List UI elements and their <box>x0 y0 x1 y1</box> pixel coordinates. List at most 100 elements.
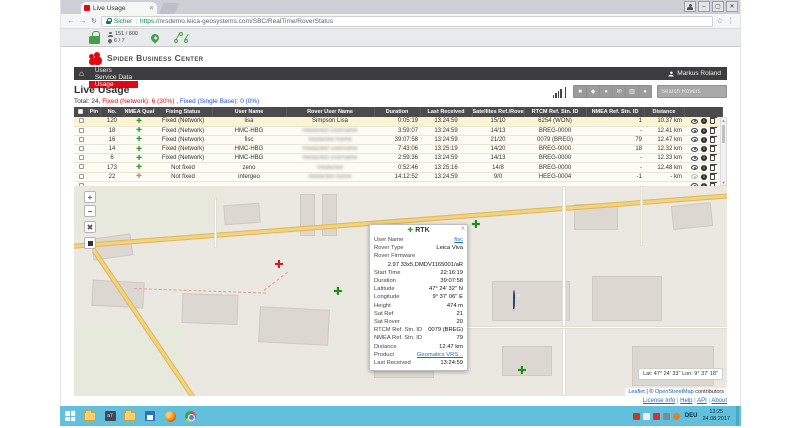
popup-value-link[interactable]: Geomatics VRS... <box>417 351 463 359</box>
tab-close-icon[interactable]: ✕ <box>149 5 154 12</box>
address-bar[interactable]: Sicher | https://nrsdemo.leica-geosystem… <box>101 16 713 27</box>
select-button[interactable]: ■ <box>574 86 586 97</box>
back-button[interactable]: ← <box>67 17 75 25</box>
delete-button[interactable]: ▥ <box>626 86 638 97</box>
info-icon[interactable]: i <box>701 128 707 134</box>
rover-fixed-marker[interactable]: ✚ <box>471 215 480 233</box>
nav-item-users[interactable]: Users <box>89 67 138 74</box>
table-row[interactable]: 14✚Fixed (Network)HMC-HBGRedacted Userna… <box>74 145 722 154</box>
info-icon[interactable]: i <box>701 165 707 171</box>
info-icon[interactable]: i <box>701 137 707 143</box>
table-row[interactable]: 16✚Fixed (Network)fiscRedacted Name39:07… <box>74 135 722 144</box>
column-header[interactable]: Pin <box>88 107 100 117</box>
map-pin-button[interactable]: ● <box>600 86 612 97</box>
diamond-button[interactable]: ◆ <box>587 86 599 97</box>
watch-eye-icon[interactable] <box>691 156 698 161</box>
row-checkbox[interactable] <box>79 128 84 133</box>
popup-close-icon[interactable]: ✕ <box>460 226 465 232</box>
table-row[interactable]: 173✚Not fixedzenoRedacted0:52:4613:25:16… <box>74 163 722 172</box>
delete-icon[interactable] <box>710 165 715 171</box>
close-button[interactable]: ✕ <box>726 1 738 12</box>
new-tab-button[interactable] <box>159 3 179 14</box>
zoom-out-button[interactable]: − <box>84 205 96 217</box>
column-header[interactable]: User Name <box>212 107 286 117</box>
show-desktop-button[interactable] <box>736 406 739 426</box>
rover-fixed-marker[interactable]: ✚ <box>517 361 526 379</box>
select-all-checkbox[interactable] <box>78 109 83 114</box>
column-header[interactable]: Rover User Name <box>286 107 374 117</box>
watch-eye-icon[interactable] <box>691 119 698 124</box>
rover-notfixed-marker[interactable]: ✚ <box>274 255 283 273</box>
maximize-button[interactable]: ▢ <box>712 1 724 12</box>
zoom-in-button[interactable]: + <box>84 191 96 203</box>
column-header[interactable]: Duration <box>374 107 420 117</box>
file-explorer-button[interactable] <box>82 408 98 424</box>
tray-icon[interactable] <box>663 413 670 420</box>
column-header[interactable]: Last Received <box>420 107 472 117</box>
row-checkbox[interactable] <box>79 146 84 151</box>
delete-icon[interactable] <box>710 128 715 134</box>
info-icon[interactable]: i <box>701 155 707 161</box>
app-window-button[interactable]: a7 <box>102 408 118 424</box>
column-header[interactable]: RTCM Ref. Stn. ID <box>524 107 586 117</box>
table-row[interactable]: 18✚Fixed (Network)HMC-HBGRedacted Userna… <box>74 126 722 135</box>
expand-button[interactable]: ✖ <box>84 221 96 233</box>
watch-eye-icon[interactable] <box>691 147 698 152</box>
forward-button[interactable]: → <box>79 17 87 25</box>
start-button[interactable] <box>62 408 78 424</box>
archive-button[interactable] <box>122 408 138 424</box>
map[interactable]: ✚✚✚✚ + − ✖ ✕ ✚RTK User NamefiscRover Typ… <box>74 186 727 396</box>
backup-tool-button[interactable] <box>142 408 158 424</box>
station-marker[interactable] <box>513 291 515 309</box>
keyboard-language[interactable]: DEU <box>683 413 700 419</box>
watch-eye-icon[interactable] <box>691 165 698 170</box>
extent-button[interactable] <box>84 237 96 249</box>
bookmark-star-icon[interactable]: ☆ <box>717 17 723 25</box>
table-row[interactable]: 120✚Fixed (Network)lisaSimpson Lisa0:05:… <box>74 117 722 126</box>
footer-link-api[interactable]: API <box>697 398 707 404</box>
firefox-button[interactable] <box>162 408 178 424</box>
delete-icon[interactable] <box>710 174 715 180</box>
reload-button[interactable]: ↻ <box>91 17 97 25</box>
browser-menu-icon[interactable]: ⋮ <box>727 17 734 25</box>
footer-link-license-info[interactable]: License Info <box>643 398 675 404</box>
column-header[interactable]: No. <box>100 107 124 117</box>
column-header[interactable]: NMEA Quality <box>124 107 154 117</box>
delete-icon[interactable] <box>710 155 715 161</box>
profile-button[interactable] <box>684 1 696 12</box>
table-row[interactable]: 22✚Not fixedintergeoRedacted Name14:12:5… <box>74 172 722 181</box>
info-icon[interactable]: i <box>701 146 707 152</box>
row-checkbox[interactable] <box>79 155 84 160</box>
watch-eye-icon[interactable] <box>691 174 698 179</box>
delete-icon[interactable] <box>710 146 715 152</box>
minimize-button[interactable]: – <box>698 1 710 12</box>
browser-tab[interactable]: Live Usage ✕ <box>81 2 157 14</box>
map-pin-button[interactable] <box>146 30 164 45</box>
info-icon[interactable]: i <box>701 174 707 180</box>
row-checkbox[interactable] <box>79 118 84 123</box>
popup-value-link[interactable]: fisc <box>454 236 463 244</box>
tray-icon[interactable] <box>673 413 680 420</box>
row-checkbox[interactable] <box>79 164 84 169</box>
delete-icon[interactable] <box>710 137 715 143</box>
leaflet-link[interactable]: Leaflet <box>628 389 645 395</box>
table-row[interactable]: 6✚Fixed (Network)HMC-HBGRedacted Usernam… <box>74 154 722 163</box>
scroll-up-icon[interactable]: ▲ <box>721 118 726 123</box>
globe-button[interactable]: ● <box>639 86 651 97</box>
column-header[interactable]: NMEA Ref. Stn. ID <box>586 107 644 117</box>
scroll-down-icon[interactable]: ▼ <box>721 180 726 185</box>
row-checkbox[interactable] <box>79 137 84 142</box>
rover-fixed-marker[interactable]: ✚ <box>333 282 342 300</box>
watch-eye-icon[interactable] <box>691 128 698 133</box>
column-header[interactable]: Distance <box>644 107 684 117</box>
row-checkbox[interactable] <box>79 174 84 179</box>
column-header[interactable]: Satellites Ref./Rover <box>472 107 524 117</box>
message-button[interactable]: ✉ <box>613 86 625 97</box>
osm-link[interactable]: OpenStreetMap <box>655 389 694 395</box>
scrollbar-thumb[interactable] <box>722 125 725 143</box>
tray-icon[interactable] <box>643 413 650 420</box>
watch-eye-icon[interactable] <box>691 137 698 142</box>
tray-icon[interactable] <box>653 413 660 420</box>
nav-home[interactable]: ⌂ <box>74 67 89 80</box>
column-header[interactable]: Fixing Status <box>154 107 212 117</box>
